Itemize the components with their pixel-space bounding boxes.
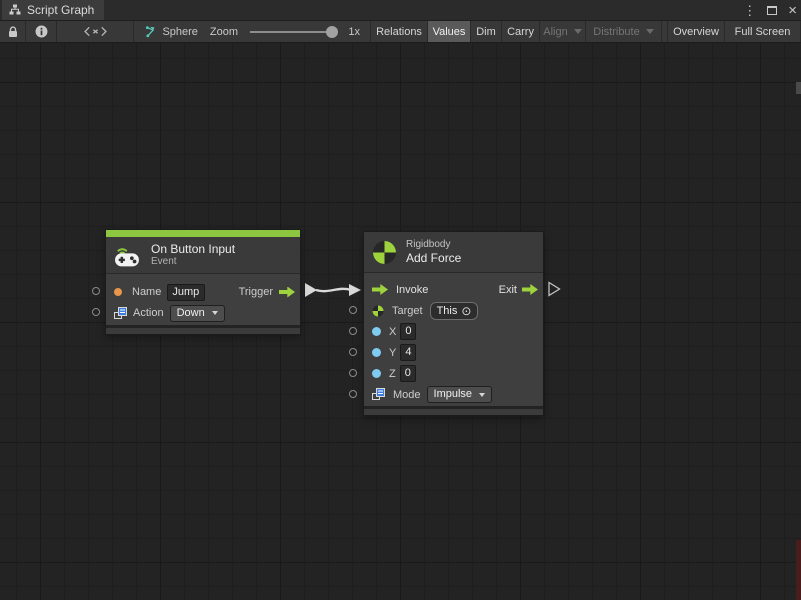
name-label: Name [132, 286, 161, 298]
input-port[interactable] [349, 306, 357, 314]
input-port[interactable] [349, 327, 357, 335]
right-edge-marker-top [796, 82, 801, 94]
overview-button[interactable]: Overview [668, 21, 725, 42]
node-footer [364, 406, 543, 415]
enum-icon [114, 307, 127, 320]
node-on-button-input[interactable]: On Button Input Event Name Jump Trigger [106, 230, 300, 334]
node-title: On Button Input [151, 242, 235, 256]
window-menu-icon[interactable]: ⋮ [743, 4, 756, 17]
dropdown-caret-icon [574, 29, 582, 34]
gamepad-icon [114, 244, 141, 267]
tab-title: Script Graph [27, 3, 94, 17]
dropdown-caret-icon [479, 393, 485, 397]
action-label: Action [133, 307, 164, 319]
exit-label: Exit [499, 284, 517, 296]
invoke-row: Invoke Exit [364, 279, 543, 300]
target-object-field[interactable]: This ⊙ [430, 302, 479, 320]
mode-row: Mode Impulse [364, 384, 543, 405]
input-port[interactable] [349, 348, 357, 356]
align-button[interactable]: Align [540, 21, 586, 42]
tab-script-graph[interactable]: Script Graph [2, 0, 104, 20]
y-label: Y [389, 347, 396, 359]
object-picker-icon[interactable]: ⊙ [461, 305, 471, 317]
zoom-slider-handle[interactable] [326, 26, 338, 38]
graph-context: Sphere Zoom 1x [134, 21, 371, 42]
z-input[interactable]: 0 [400, 365, 416, 382]
action-row: Action Down [106, 303, 300, 323]
trigger-label: Trigger [239, 286, 273, 298]
target-label: Target [392, 305, 423, 317]
graph-icon [144, 25, 156, 38]
string-port-dot[interactable] [114, 288, 122, 296]
target-row: Target This ⊙ [364, 300, 543, 321]
info-button[interactable] [26, 21, 57, 42]
float-port-dot[interactable] [372, 348, 381, 357]
close-icon[interactable]: × [788, 3, 797, 18]
right-edge-marker-bottom [796, 540, 801, 600]
zoom-label: Zoom [210, 26, 238, 38]
relations-button[interactable]: Relations [371, 21, 428, 42]
float-port-dot[interactable] [372, 327, 381, 336]
z-row: Z 0 [364, 363, 543, 384]
name-row: Name Jump Trigger [106, 282, 300, 302]
graph-toolbar: Sphere Zoom 1x Relations Values Dim Carr… [0, 20, 801, 43]
code-view-button[interactable] [57, 21, 134, 42]
code-icon [84, 26, 107, 37]
carry-button[interactable]: Carry [502, 21, 540, 42]
dropdown-caret-icon [212, 311, 218, 315]
action-dropdown[interactable]: Down [170, 305, 225, 322]
graph-name: Sphere [162, 26, 197, 38]
x-row: X 0 [364, 321, 543, 342]
node-footer [106, 325, 300, 334]
enum-icon [372, 388, 385, 401]
node-title: Add Force [406, 251, 461, 265]
lock-icon [8, 26, 18, 38]
x-input[interactable]: 0 [400, 323, 416, 340]
maximize-icon[interactable] [767, 6, 777, 15]
mode-dropdown[interactable]: Impulse [427, 386, 493, 403]
input-port[interactable] [92, 308, 100, 316]
values-button[interactable]: Values [428, 21, 471, 42]
invoke-label: Invoke [396, 284, 428, 296]
input-port[interactable] [92, 287, 100, 295]
full-screen-button[interactable]: Full Screen [725, 21, 801, 42]
node-body: Name Jump Trigger Action [106, 273, 300, 325]
zoom-slider-track[interactable] [250, 31, 332, 33]
dropdown-caret-icon [646, 29, 654, 34]
invoke-flow-arrow-icon[interactable] [372, 284, 388, 295]
node-header[interactable]: On Button Input Event [106, 237, 300, 273]
script-graph-window: Script Graph ⋮ × [0, 0, 801, 600]
z-label: Z [389, 368, 396, 380]
exit-flow-arrow-icon[interactable] [522, 284, 538, 295]
name-input[interactable]: Jump [167, 284, 205, 301]
y-row: Y 4 [364, 342, 543, 363]
window-controls: ⋮ × [743, 0, 797, 20]
rigidbody-icon [372, 240, 397, 265]
lock-button[interactable] [0, 21, 26, 42]
node-header[interactable]: Rigidbody Add Force [364, 232, 543, 272]
title-bar: Script Graph ⋮ × [0, 0, 801, 20]
y-input[interactable]: 4 [400, 344, 416, 361]
node-add-force[interactable]: Rigidbody Add Force Invoke Exit [364, 232, 543, 415]
rigidbody-port-icon [372, 305, 384, 317]
distribute-button[interactable]: Distribute [586, 21, 662, 42]
dim-button[interactable]: Dim [471, 21, 502, 42]
exit-port-triangle-icon [549, 283, 560, 296]
info-icon [35, 25, 48, 38]
float-port-dot[interactable] [372, 369, 381, 378]
input-port[interactable] [349, 369, 357, 377]
trigger-flow-arrow-icon[interactable] [279, 287, 295, 298]
node-category: Rigidbody [406, 239, 461, 251]
mode-label: Mode [393, 389, 421, 401]
node-subtitle: Event [151, 256, 235, 268]
graph-canvas[interactable]: On Button Input Event Name Jump Trigger [0, 43, 801, 600]
x-label: X [389, 326, 396, 338]
hierarchy-icon [9, 4, 21, 16]
zoom-value: 1x [348, 26, 360, 38]
event-accent-bar [106, 230, 300, 237]
input-port[interactable] [349, 390, 357, 398]
node-body: Invoke Exit Target This ⊙ [364, 272, 543, 406]
